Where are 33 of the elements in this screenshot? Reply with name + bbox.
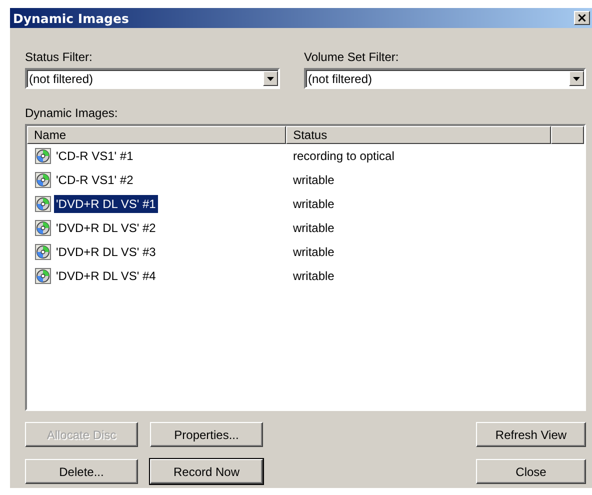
filter-label: Volume Set Filter:	[304, 50, 399, 64]
filter-dropdown[interactable]: (not filtered)	[25, 68, 280, 89]
row-status: writable	[293, 173, 334, 187]
row-name[interactable]: 'DVD+R DL VS' #1	[54, 195, 158, 213]
disc-icon	[35, 148, 51, 164]
row-name[interactable]: 'DVD+R DL VS' #3	[54, 243, 158, 261]
window-title: Dynamic Images	[13, 10, 129, 26]
row-name[interactable]: 'DVD+R DL VS' #2	[54, 219, 158, 237]
column-header[interactable]: Status	[286, 126, 552, 144]
dialog-button[interactable]: Refresh View	[476, 422, 586, 447]
filter-label: Status Filter:	[25, 50, 92, 64]
row-status: recording to optical	[293, 149, 394, 163]
dialog-button[interactable]: Properties...	[150, 422, 263, 447]
column-header[interactable]: Name	[27, 126, 286, 144]
disc-icon	[35, 196, 51, 212]
dialog-button[interactable]: Record Now	[150, 459, 263, 484]
row-status: writable	[293, 221, 334, 235]
disc-icon	[35, 268, 51, 284]
disc-icon	[35, 172, 51, 188]
column-header[interactable]	[551, 126, 584, 144]
row-name[interactable]: 'CD-R VS1' #2	[54, 171, 136, 189]
dialog-button[interactable]: Close	[476, 459, 586, 484]
filter-dropdown[interactable]: (not filtered)	[304, 68, 586, 89]
close-button[interactable]: ×	[574, 11, 590, 25]
list-label: Dynamic Images:	[25, 106, 118, 120]
row-status: writable	[293, 197, 334, 211]
row-name[interactable]: 'CD-R VS1' #1	[54, 147, 136, 165]
dialog-button[interactable]: Delete...	[25, 459, 138, 484]
disc-icon	[35, 244, 51, 260]
row-status: writable	[293, 269, 334, 283]
row-name[interactable]: 'DVD+R DL VS' #4	[54, 267, 158, 285]
disc-icon	[35, 220, 51, 236]
row-status: writable	[293, 245, 334, 259]
